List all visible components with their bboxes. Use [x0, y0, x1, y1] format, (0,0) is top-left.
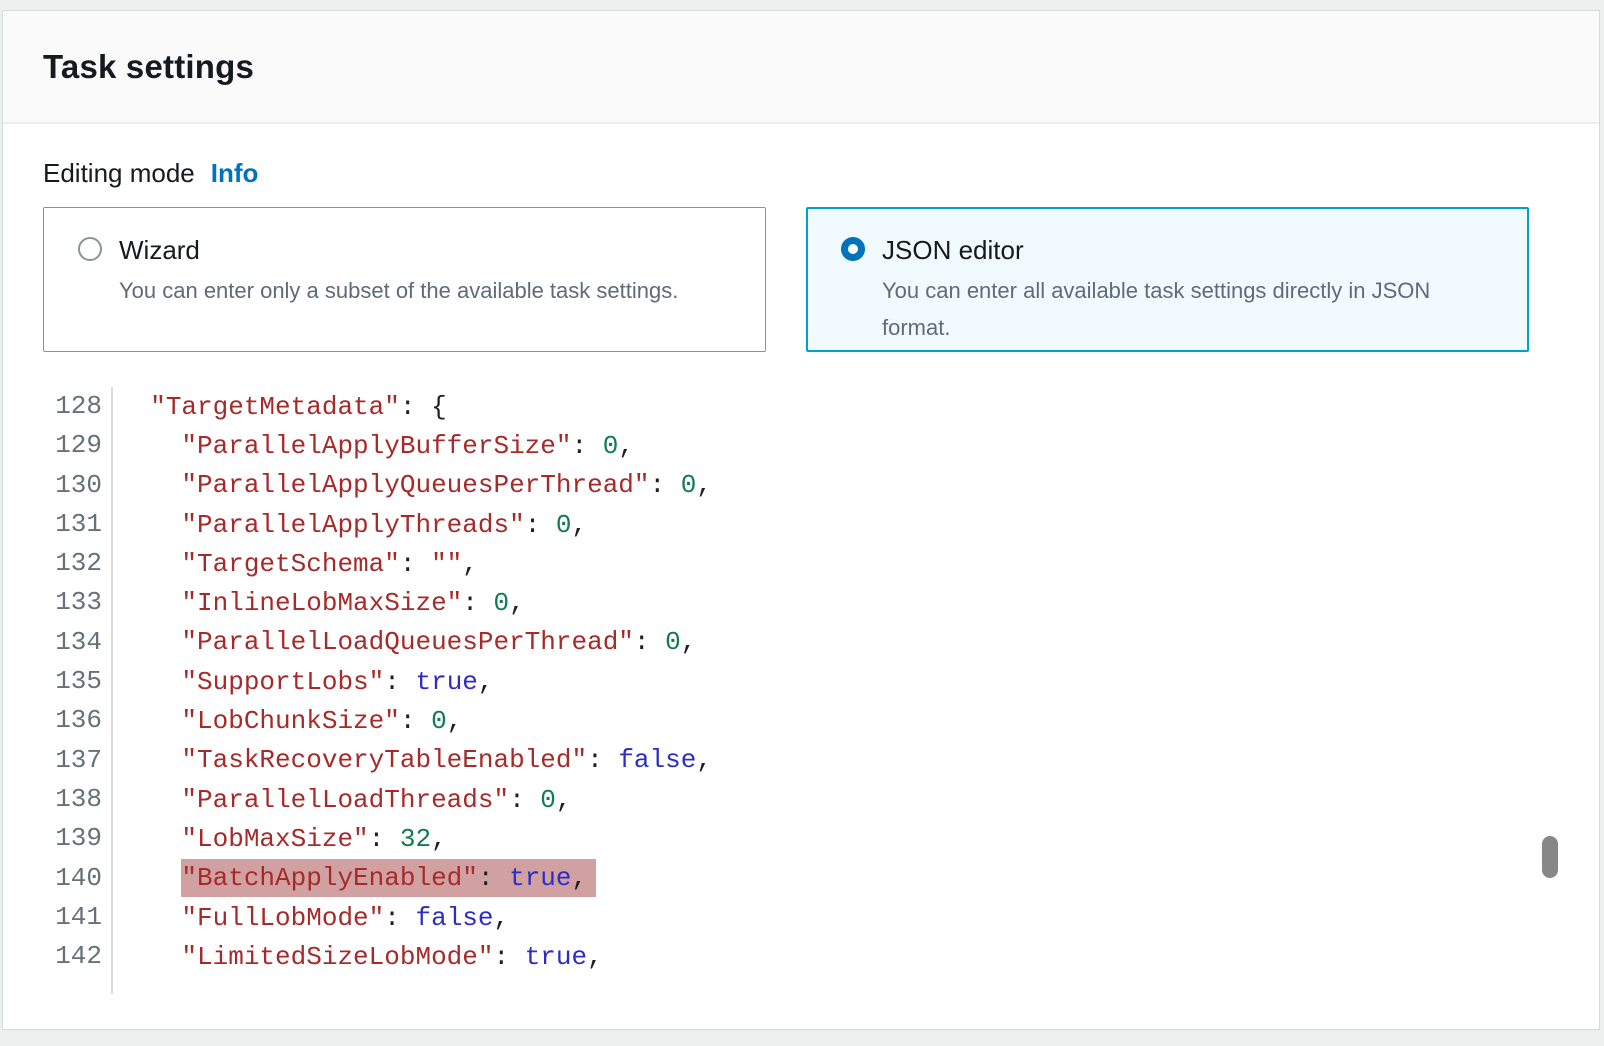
line-number: 133: [3, 583, 113, 622]
editing-mode-row: Editing mode Info: [43, 158, 1559, 189]
code-text: "ParallelApplyThreads": 0,: [113, 510, 587, 540]
line-number: [3, 976, 113, 994]
code-line[interactable]: 131 "ParallelApplyThreads": 0,: [3, 505, 1599, 544]
editing-mode-tiles: Wizard You can enter only a subset of th…: [43, 207, 1559, 352]
code-text: "ParallelLoadThreads": 0,: [113, 785, 572, 815]
line-number: 130: [3, 466, 113, 505]
tile-json-editor-description: You can enter all available task setting…: [882, 272, 1482, 346]
line-number: 138: [3, 780, 113, 819]
code-text: "LobMaxSize": 32,: [113, 824, 447, 854]
code-text: "TargetMetadata": {: [113, 392, 447, 422]
code-line[interactable]: 134 "ParallelLoadQueuesPerThread": 0,: [3, 623, 1599, 662]
code-line[interactable]: 132 "TargetSchema": "",: [3, 544, 1599, 583]
editing-mode-label: Editing mode: [43, 158, 195, 189]
panel-title: Task settings: [43, 48, 254, 86]
line-number: 141: [3, 898, 113, 937]
radio-wizard-icon[interactable]: [78, 237, 102, 261]
code-line[interactable]: 130 "ParallelApplyQueuesPerThread": 0,: [3, 466, 1599, 505]
code-text: "ParallelApplyQueuesPerThread": 0,: [113, 470, 712, 500]
line-number: 136: [3, 701, 113, 740]
panel-header: Task settings: [3, 11, 1599, 124]
scrollbar-thumb[interactable]: [1542, 836, 1558, 878]
code-line[interactable]: 138 "ParallelLoadThreads": 0,: [3, 780, 1599, 819]
line-number: 135: [3, 662, 113, 701]
tile-json-editor-label: JSON editor: [882, 234, 1482, 266]
code-line[interactable]: 136 "LobChunkSize": 0,: [3, 701, 1599, 740]
code-text: "BatchApplyEnabled": true,: [113, 863, 596, 893]
code-line[interactable]: 129 "ParallelApplyBufferSize": 0,: [3, 426, 1599, 465]
code-text: "ParallelLoadQueuesPerThread": 0,: [113, 627, 696, 657]
tile-json-editor[interactable]: JSON editor You can enter all available …: [806, 207, 1529, 352]
code-line[interactable]: 141 "FullLobMode": false,: [3, 898, 1599, 937]
info-link[interactable]: Info: [211, 158, 259, 189]
code-text: "ParallelApplyBufferSize": 0,: [113, 431, 634, 461]
code-line[interactable]: 135 "SupportLobs": true,: [3, 662, 1599, 701]
tile-wizard-text: Wizard You can enter only a subset of th…: [119, 234, 678, 351]
line-number: 131: [3, 505, 113, 544]
code-text: "TargetSchema": "",: [113, 549, 478, 579]
json-code-editor[interactable]: 128 "TargetMetadata": {129 "ParallelAppl…: [3, 387, 1599, 994]
tile-wizard-label: Wizard: [119, 234, 678, 266]
code-line[interactable]: [3, 976, 1599, 994]
code-text: "InlineLobMaxSize": 0,: [113, 588, 525, 618]
line-number: 137: [3, 741, 113, 780]
code-text: "FullLobMode": false,: [113, 903, 509, 933]
tile-wizard[interactable]: Wizard You can enter only a subset of th…: [43, 207, 766, 352]
line-number: 134: [3, 623, 113, 662]
code-line[interactable]: 133 "InlineLobMaxSize": 0,: [3, 583, 1599, 622]
code-line[interactable]: 139 "LobMaxSize": 32,: [3, 819, 1599, 858]
code-line[interactable]: 142 "LimitedSizeLobMode": true,: [3, 937, 1599, 976]
code-text: "TaskRecoveryTableEnabled": false,: [113, 745, 712, 775]
highlighted-code: "BatchApplyEnabled": true,: [181, 859, 596, 897]
line-number: 128: [3, 387, 113, 426]
code-text: "LobChunkSize": 0,: [113, 706, 462, 736]
radio-json-editor-icon[interactable]: [841, 237, 865, 261]
tile-json-editor-text: JSON editor You can enter all available …: [882, 234, 1482, 350]
tile-wizard-description: You can enter only a subset of the avail…: [119, 272, 678, 309]
code-text: "LimitedSizeLobMode": true,: [113, 942, 603, 972]
line-number: 129: [3, 426, 113, 465]
line-number: 139: [3, 819, 113, 858]
code-text: "SupportLobs": true,: [113, 667, 494, 697]
code-line[interactable]: 137 "TaskRecoveryTableEnabled": false,: [3, 741, 1599, 780]
task-settings-panel: Task settings Editing mode Info Wizard Y…: [2, 10, 1600, 1030]
line-number: 140: [3, 859, 113, 898]
line-number: 132: [3, 544, 113, 583]
code-line[interactable]: 140 "BatchApplyEnabled": true,: [3, 859, 1599, 898]
code-line[interactable]: 128 "TargetMetadata": {: [3, 387, 1599, 426]
line-number: 142: [3, 937, 113, 976]
